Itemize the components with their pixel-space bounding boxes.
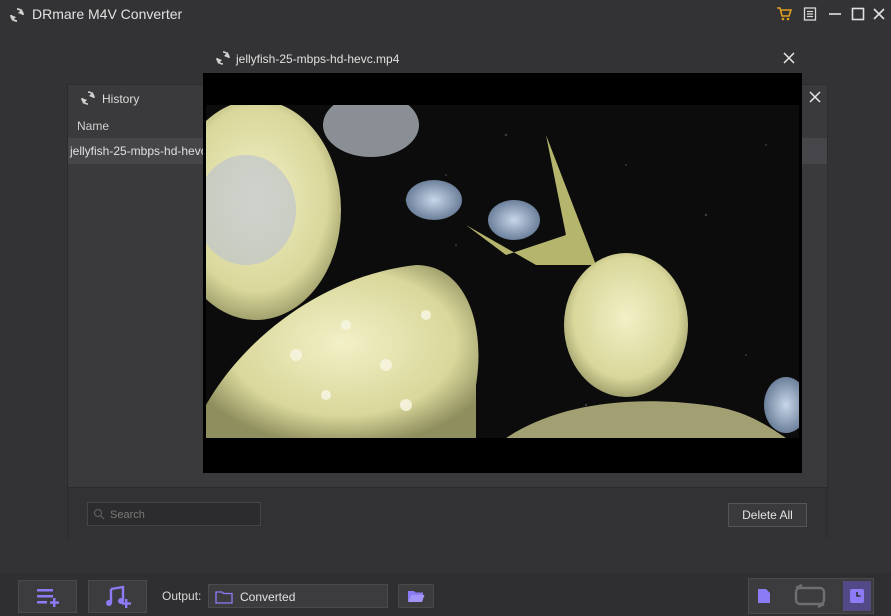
jellyfish-video-image bbox=[206, 105, 799, 438]
menu-icon bbox=[803, 7, 817, 21]
history-title: History bbox=[102, 92, 140, 106]
output-label: Output: bbox=[162, 589, 202, 603]
history-sync-icon bbox=[81, 91, 95, 105]
minimize-icon bbox=[829, 13, 841, 15]
close-button[interactable] bbox=[869, 4, 889, 24]
minimize-button[interactable] bbox=[825, 4, 845, 24]
open-folder-button[interactable] bbox=[398, 584, 434, 608]
delete-all-button[interactable]: Delete All bbox=[728, 503, 807, 527]
title-bar: DRmare M4V Converter bbox=[0, 0, 891, 30]
close-icon bbox=[783, 52, 795, 64]
close-icon bbox=[873, 8, 885, 20]
search-placeholder: Search bbox=[110, 509, 145, 521]
history-button[interactable] bbox=[843, 581, 871, 611]
column-header-name[interactable]: Name bbox=[77, 119, 109, 133]
history-footer: Search Delete All bbox=[68, 487, 827, 539]
add-list-icon bbox=[36, 588, 59, 607]
output-folder-field[interactable]: Converted bbox=[208, 584, 388, 608]
file-icon bbox=[758, 589, 770, 603]
video-player[interactable] bbox=[203, 73, 802, 473]
cart-button[interactable] bbox=[774, 4, 794, 24]
view-mode-group bbox=[748, 578, 874, 614]
player-sync-icon bbox=[216, 51, 230, 65]
cart-icon bbox=[777, 7, 792, 21]
video-frame[interactable] bbox=[206, 105, 799, 438]
menu-button[interactable] bbox=[800, 4, 820, 24]
history-close-button[interactable] bbox=[805, 87, 825, 107]
app-title: DRmare M4V Converter bbox=[32, 6, 183, 22]
add-music-icon bbox=[105, 585, 131, 608]
maximize-icon bbox=[851, 7, 865, 21]
file-view-button[interactable] bbox=[751, 581, 777, 611]
bottom-toolbar: Output: Converted bbox=[0, 573, 891, 616]
search-input[interactable]: Search bbox=[87, 502, 261, 526]
search-icon bbox=[93, 508, 105, 520]
close-icon bbox=[809, 91, 821, 103]
add-audio-button[interactable] bbox=[88, 580, 147, 613]
player-title: jellyfish-25-mbps-hd-hevc.mp4 bbox=[236, 52, 400, 66]
open-folder-icon bbox=[408, 591, 425, 602]
maximize-button[interactable] bbox=[848, 4, 868, 24]
row-name: jellyfish-25-mbps-hd-hevc bbox=[70, 144, 207, 158]
player-header: jellyfish-25-mbps-hd-hevc.mp4 bbox=[203, 44, 803, 73]
output-folder-text: Converted bbox=[240, 590, 296, 604]
sync-logo-icon bbox=[10, 8, 24, 22]
folder-icon bbox=[215, 591, 233, 604]
player-close-button[interactable] bbox=[779, 48, 799, 68]
add-files-button[interactable] bbox=[18, 580, 77, 613]
convert-button[interactable] bbox=[781, 581, 839, 611]
convert-icon bbox=[794, 584, 826, 608]
history-icon bbox=[850, 589, 864, 603]
